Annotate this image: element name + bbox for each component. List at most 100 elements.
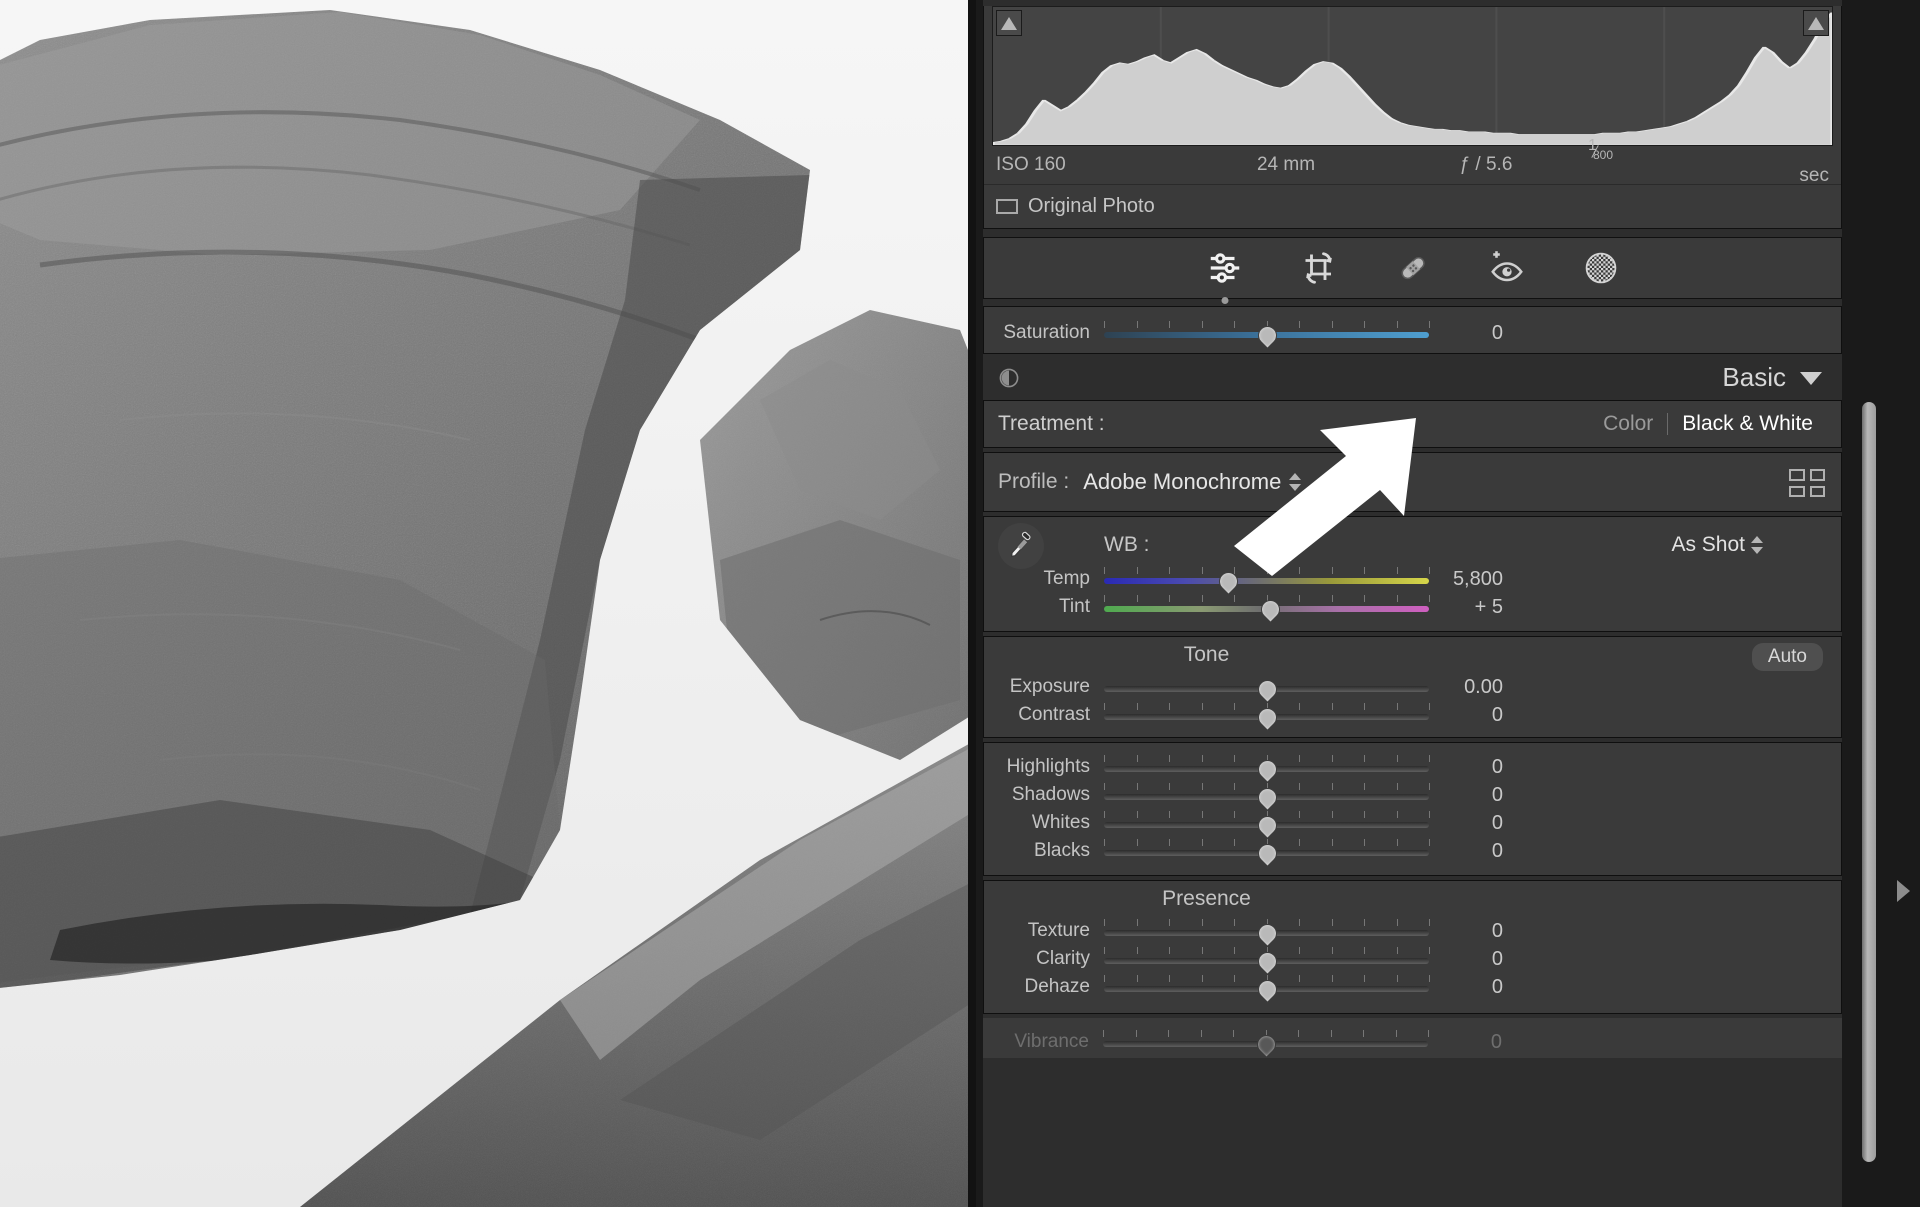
whites-track-wrap[interactable] [1104, 811, 1430, 839]
exposure-thumb[interactable] [1253, 676, 1281, 703]
blacks-label: Blacks [1034, 840, 1090, 861]
exposure-label: Exposure [1009, 676, 1090, 697]
clarity-label: Clarity [1036, 948, 1090, 969]
panel-scrollbar-thumb[interactable] [1862, 402, 1876, 1162]
texture-track-wrap[interactable] [1104, 919, 1430, 947]
texture-value: 0 [1491, 919, 1503, 942]
slider-row-blacks[interactable]: Blacks 0 [984, 837, 1841, 867]
exposure-track-wrap[interactable] [1104, 675, 1429, 703]
temp-label: Temp [1043, 568, 1090, 589]
exif-iso: ISO 160 [996, 154, 1066, 175]
panel-visibility-eye-icon[interactable] [997, 366, 1021, 395]
clarity-track-wrap[interactable] [1104, 947, 1430, 975]
chevron-down-icon[interactable] [1800, 372, 1822, 385]
crop-overlay-icon[interactable] [1298, 247, 1340, 289]
slider-row-clarity[interactable]: Clarity 0 [984, 945, 1841, 975]
boulder-photograph [0, 0, 976, 1207]
rectangle-icon [996, 199, 1018, 214]
panel-collapse-arrow-icon[interactable] [1897, 880, 1910, 902]
tone-header: Tone Auto [984, 637, 1841, 673]
dehaze-track-wrap[interactable] [1104, 975, 1430, 1003]
slider-row-texture[interactable]: Texture 0 [984, 917, 1841, 947]
masking-icon[interactable] [1580, 247, 1622, 289]
tint-label: Tint [1059, 596, 1090, 617]
profile-group: Profile : Adobe Monochrome [983, 452, 1842, 512]
slider-row-exposure[interactable]: Exposure 0.00 [984, 673, 1841, 703]
treatment-group: Treatment : Color Black & White [983, 400, 1842, 448]
saturation-label: Saturation [1003, 322, 1090, 343]
healing-brush-icon[interactable] [1392, 247, 1434, 289]
tint-track-wrap[interactable] [1104, 595, 1430, 623]
original-photo-toggle[interactable]: Original Photo [984, 184, 1841, 228]
shadow-clipping-toggle[interactable] [996, 10, 1022, 36]
treatment-option-black-and-white[interactable]: Black & White [1668, 412, 1827, 436]
histogram-graph[interactable] [992, 6, 1833, 146]
shadows-track-wrap[interactable] [1104, 783, 1430, 811]
treatment-option-color[interactable]: Color [1589, 412, 1667, 436]
saturation-track-wrap[interactable] [1104, 321, 1430, 349]
contrast-value: 0 [1491, 703, 1503, 726]
tone-detail-group: Highlights 0 Shadows 0 Whites 0 Blacks 0 [983, 742, 1842, 876]
slider-row-dehaze[interactable]: Dehaze 0 [984, 973, 1841, 1003]
panel-scrollbar[interactable] [1862, 402, 1876, 1162]
develop-panels-scroll[interactable]: Saturation 0 Basic Treatment: Color Bla… [983, 306, 1842, 1058]
profile-label: Profile : [998, 470, 1070, 493]
profile-value[interactable]: Adobe Monochrome [1083, 469, 1281, 495]
vibrance-track-wrap[interactable] [1103, 1030, 1429, 1058]
profile-updown-icon[interactable] [1289, 472, 1302, 492]
basic-panel-header[interactable]: Basic [983, 354, 1842, 400]
exif-aperture: ƒ / 5.6 [1459, 154, 1513, 175]
slider-row-saturation[interactable]: Saturation 0 [984, 319, 1841, 349]
exif-metadata-row: ISO 160 24 mm ƒ / 5.6 1 800 sec [984, 137, 1841, 187]
basic-panel-title: Basic [1722, 361, 1786, 392]
blacks-track-wrap[interactable] [1104, 839, 1430, 867]
tone-detail-list: Highlights 0 Shadows 0 Whites 0 Blacks 0 [984, 743, 1841, 875]
highlights-track-wrap[interactable] [1104, 755, 1430, 783]
vibrance-value: 0 [1490, 1030, 1502, 1053]
panel-column: ISO 160 24 mm ƒ / 5.6 1 800 sec Original… [983, 0, 1842, 1207]
histogram-panel: ISO 160 24 mm ƒ / 5.6 1 800 sec Original… [983, 6, 1842, 229]
highlights-value: 0 [1491, 755, 1503, 778]
slider-row-temp[interactable]: Temp 5,800 [984, 565, 1841, 595]
auto-tone-button[interactable]: Auto [1751, 643, 1823, 671]
shutter-denominator: 800 [1593, 148, 1614, 162]
presence-title: Presence [1162, 887, 1251, 910]
white-balance-group: WB : As Shot Temp 5,800 Tint + 5 [983, 516, 1842, 632]
temp-track[interactable] [1104, 578, 1429, 584]
white-balance-eyedropper-icon[interactable] [998, 523, 1044, 569]
photo-preview-area[interactable] [0, 0, 976, 1207]
slider-row-whites[interactable]: Whites 0 [984, 809, 1841, 839]
edit-sliders-icon[interactable] [1204, 247, 1246, 304]
original-photo-label: Original Photo [1028, 195, 1155, 217]
presence-slider-list: Texture 0 Clarity 0 Dehaze 0 [984, 917, 1841, 1013]
dehaze-value: 0 [1491, 975, 1503, 998]
highlight-clipping-toggle[interactable] [1803, 10, 1829, 36]
profile-browser-grid-icon[interactable] [1789, 469, 1825, 497]
saturation-group: Saturation 0 [983, 306, 1842, 354]
temp-value: 5,800 [1452, 567, 1503, 590]
red-eye-icon[interactable] [1486, 247, 1528, 289]
slider-row-contrast[interactable]: Contrast 0 [984, 701, 1841, 731]
wb-label: WB : [1104, 533, 1150, 556]
slider-row-tint[interactable]: Tint + 5 [984, 593, 1841, 623]
tint-value: + 5 [1474, 595, 1503, 618]
slider-row-shadows[interactable]: Shadows 0 [984, 781, 1841, 811]
treatment-row: Treatment : Color Black & White [984, 401, 1841, 447]
wb-preset-value[interactable]: As Shot [1671, 533, 1745, 557]
highlights-label: Highlights [1006, 756, 1090, 777]
exif-shutter-speed: 1 800 sec [1586, 137, 1829, 187]
profile-row: Profile : Adobe Monochrome [984, 453, 1841, 511]
wb-updown-icon[interactable] [1751, 535, 1763, 555]
contrast-track-wrap[interactable] [1104, 703, 1430, 731]
slider-row-highlights[interactable]: Highlights 0 [984, 753, 1841, 783]
tone-group: Tone Auto Exposure 0.00 Contrast 0 [983, 636, 1842, 738]
slider-row-vibrance[interactable]: Vibrance 0 [983, 1028, 1842, 1058]
temp-track-wrap[interactable] [1104, 567, 1430, 595]
texture-label: Texture [1027, 920, 1090, 941]
white-balance-block: WB : As Shot Temp 5,800 Tint + 5 [984, 517, 1841, 631]
dehaze-label: Dehaze [1024, 976, 1091, 997]
shadows-value: 0 [1491, 783, 1503, 806]
wb-slider-list: Temp 5,800 Tint + 5 [984, 565, 1841, 623]
clarity-value: 0 [1491, 947, 1503, 970]
shutter-fraction: 1 800 [1586, 137, 1613, 165]
